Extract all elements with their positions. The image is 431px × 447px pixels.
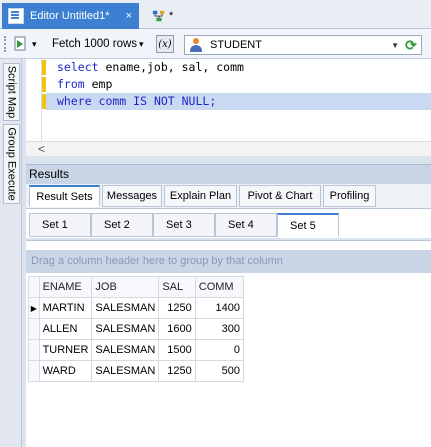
variables-icon: (x): [156, 35, 174, 53]
connection-name: STUDENT: [210, 39, 262, 51]
sidebar-tab-group-execute[interactable]: Group Execute: [3, 124, 20, 204]
fetch-rows-dropdown[interactable]: Fetch 1000 rows ▾: [52, 29, 148, 59]
sql-keyword: from: [57, 77, 92, 91]
cell-job[interactable]: SALESMAN: [91, 318, 160, 340]
table-row[interactable]: TURNER SALESMAN 1500 0: [28, 339, 245, 361]
column-header-sal[interactable]: SAL: [158, 276, 196, 298]
column-header-job[interactable]: JOB: [91, 276, 160, 298]
execute-icon: [14, 36, 26, 51]
editor-document-icon: [8, 8, 24, 24]
tab-pivot-chart[interactable]: Pivot & Chart: [239, 185, 321, 207]
tab-editor-label: Editor Untitled1*: [30, 10, 110, 22]
close-tab-icon[interactable]: ×: [126, 10, 132, 22]
variables-button[interactable]: (x): [156, 29, 176, 59]
cell-ename[interactable]: ALLEN: [38, 318, 93, 340]
scroll-left-icon[interactable]: <: [38, 142, 45, 156]
editor-horizontal-scrollbar[interactable]: <: [26, 141, 431, 156]
row-indicator: [28, 360, 40, 382]
tab-execution-label: *: [169, 10, 174, 22]
table-row[interactable]: ALLEN SALESMAN 1600 300: [28, 318, 245, 340]
tab-set-5[interactable]: Set 5: [277, 213, 339, 237]
sql-keyword: where comm: [57, 94, 134, 108]
results-panel-title: Results: [26, 164, 431, 184]
execution-plan-icon: [152, 10, 165, 22]
code-line[interactable]: from emp: [46, 76, 431, 93]
tab-set-2[interactable]: Set 2: [91, 213, 153, 237]
tab-set-3[interactable]: Set 3: [153, 213, 215, 237]
tab-execution-plan[interactable]: *: [146, 3, 186, 29]
sql-keyword: select: [57, 60, 106, 74]
column-header-ename[interactable]: ENAME: [38, 276, 93, 298]
code-line-current[interactable]: where comm IS NOT NULL;: [46, 93, 431, 110]
cell-job[interactable]: SALESMAN: [91, 297, 160, 319]
tab-editor-untitled1[interactable]: Editor Untitled1* ×: [2, 3, 139, 29]
cell-job[interactable]: SALESMAN: [91, 360, 160, 382]
sidebar-tab-script-map[interactable]: Script Map: [3, 63, 20, 121]
group-execute-label: Group Execute: [5, 127, 18, 201]
cell-comm[interactable]: 0: [194, 339, 245, 361]
cell-ename[interactable]: WARD: [38, 360, 93, 382]
tab-set-1[interactable]: Set 1: [29, 213, 91, 237]
execute-dropdown-arrow[interactable]: ▾: [32, 39, 37, 50]
toolbar-grip[interactable]: [4, 29, 8, 59]
row-indicator: [28, 339, 40, 361]
cell-comm[interactable]: 500: [194, 360, 245, 382]
cell-sal[interactable]: 1250: [158, 297, 196, 319]
sql-text: ename,job, sal, comm: [105, 60, 244, 74]
sql-text: ;: [209, 94, 217, 108]
row-indicator: [28, 318, 40, 340]
chevron-down-icon: ▼: [391, 40, 399, 50]
cell-sal[interactable]: 1600: [158, 318, 196, 340]
cell-ename[interactable]: MARTIN: [38, 297, 93, 319]
fetch-rows-label: Fetch 1000 rows: [52, 38, 138, 50]
code-line[interactable]: select ename,job, sal, comm: [46, 59, 431, 76]
grid-header-row: ENAME JOB SAL COMM: [28, 276, 245, 298]
editor-gutter: [26, 59, 42, 141]
script-map-label: Script Map: [5, 65, 18, 119]
tab-explain-plan[interactable]: Explain Plan: [164, 185, 237, 207]
fetch-dropdown-arrow: ▾: [139, 38, 144, 49]
cell-comm[interactable]: 300: [194, 318, 245, 340]
refresh-icon[interactable]: ⟳: [403, 37, 419, 53]
group-by-panel[interactable]: Drag a column header here to group by th…: [26, 250, 431, 273]
execute-button[interactable]: ▾: [14, 29, 38, 59]
cell-sal[interactable]: 1500: [158, 339, 196, 361]
cell-comm[interactable]: 1400: [194, 297, 245, 319]
tab-result-sets[interactable]: Result Sets: [29, 185, 100, 207]
tab-profiling[interactable]: Profiling: [323, 185, 376, 207]
table-row[interactable]: ▶ MARTIN SALESMAN 1250 1400: [28, 297, 245, 319]
tab-set-4[interactable]: Set 4: [215, 213, 277, 237]
cell-sal[interactable]: 1250: [158, 360, 196, 382]
tab-messages[interactable]: Messages: [102, 185, 162, 207]
cell-job[interactable]: SALESMAN: [91, 339, 160, 361]
user-icon: [190, 38, 202, 52]
current-row-indicator: ▶: [28, 297, 40, 319]
table-row[interactable]: WARD SALESMAN 1250 500: [28, 360, 245, 382]
connection-select[interactable]: STUDENT ▼ ⟳: [184, 35, 422, 55]
cell-ename[interactable]: TURNER: [38, 339, 93, 361]
result-grid: ENAME JOB SAL COMM ▶ MARTIN SALESMAN 125…: [28, 276, 245, 382]
sql-keyword: IS NOT NULL: [133, 94, 210, 108]
sql-text: emp: [91, 77, 113, 91]
column-header-comm[interactable]: COMM: [194, 276, 245, 298]
row-indicator-header: [28, 276, 40, 298]
